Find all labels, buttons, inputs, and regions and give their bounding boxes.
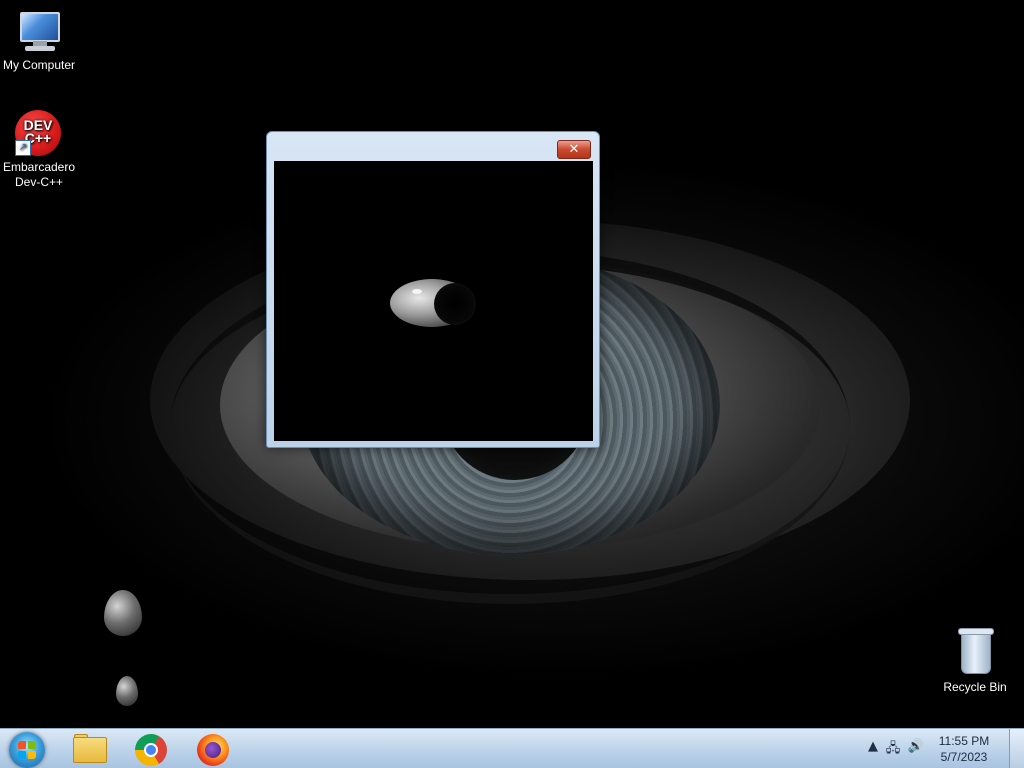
desktop-icon-recycle-bin[interactable]: Recycle Bin [935, 628, 1015, 695]
desktop-icon-label: Embarcadero Dev-C++ [2, 160, 76, 189]
computer-icon [15, 8, 63, 56]
desktop-icon-my-computer[interactable]: My Computer [0, 8, 79, 73]
devcpp-icon: DEV C++ ↗ [15, 110, 63, 158]
taskbar-file-explorer-button[interactable] [64, 731, 114, 767]
wallpaper-tear-drop [104, 590, 142, 636]
windows-logo-icon [9, 732, 45, 768]
eye-pupil [434, 283, 476, 325]
folder-icon-body [73, 737, 107, 763]
desktop-icon-label: My Computer [2, 58, 76, 72]
window-client-area[interactable] [274, 161, 593, 441]
taskbar: ▲ 🖧 🔊 11:55 PM 5/7/2023 [0, 728, 1024, 768]
show-desktop-button[interactable] [1009, 729, 1024, 768]
app-window[interactable]: ✕ [266, 131, 600, 448]
close-icon: ✕ [568, 141, 580, 156]
chrome-icon [135, 734, 167, 766]
recycle-bin-icon [951, 628, 999, 678]
clock[interactable]: 11:55 PM 5/7/2023 [930, 733, 998, 765]
clock-time: 11:55 PM [938, 734, 990, 748]
clock-date: 5/7/2023 [940, 750, 988, 764]
close-button[interactable]: ✕ [557, 140, 591, 159]
system-tray: ▲ 🖧 🔊 11:55 PM 5/7/2023 [854, 729, 1024, 768]
desktop-icon-devcpp[interactable]: DEV C++ ↗ Embarcadero Dev-C++ [0, 110, 79, 190]
desktop: My Computer DEV C++ ↗ Embarcadero Dev-C+… [0, 0, 1024, 768]
shortcut-arrow-icon: ↗ [15, 140, 31, 156]
show-hidden-icons-button[interactable]: ▲ [864, 739, 882, 754]
desktop-icon-label: Recycle Bin [943, 680, 1007, 694]
eye-glint [412, 289, 422, 294]
wallpaper-tear-drop-small [116, 676, 138, 706]
volume-icon[interactable]: 🔊 [907, 739, 925, 754]
taskbar-chrome-button[interactable] [126, 731, 176, 767]
firefox-icon [197, 734, 229, 766]
network-icon[interactable]: 🖧 [884, 739, 902, 761]
taskbar-firefox-button[interactable] [188, 731, 238, 767]
eye-graphic [390, 275, 490, 335]
start-button[interactable] [2, 731, 52, 768]
